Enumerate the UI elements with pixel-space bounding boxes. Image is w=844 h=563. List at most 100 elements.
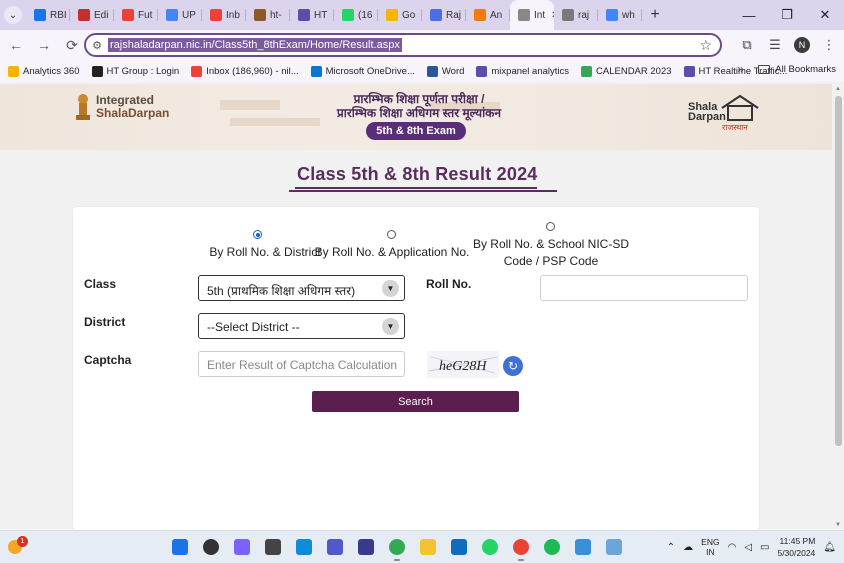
- browser-tab[interactable]: Inb: [202, 0, 246, 30]
- profile-avatar[interactable]: N: [794, 37, 810, 53]
- extensions-icon[interactable]: ⧉: [738, 37, 756, 53]
- district-select[interactable]: --Select District -- ▼: [198, 313, 405, 339]
- close-window-button[interactable]: ✕: [806, 0, 844, 30]
- class-label: Class: [84, 277, 117, 291]
- reading-list-icon[interactable]: ☰: [766, 37, 784, 53]
- minimize-button[interactable]: —: [730, 0, 768, 30]
- radio-roll-school-code-label[interactable]: By Roll No. & School NIC-SD Code / PSP C…: [471, 236, 631, 270]
- tab-favicon-icon: [210, 9, 222, 21]
- browser-tab[interactable]: RBI: [26, 0, 70, 30]
- browser-tab[interactable]: Raj: [422, 0, 466, 30]
- bookmark-list: Analytics 360 HT Group : Login Inbox (186,…: [8, 65, 787, 77]
- browser-tab[interactable]: raj: [554, 0, 598, 30]
- bookmark-label: HT Group : Login: [106, 65, 180, 77]
- browser-tab[interactable]: Int✕: [510, 0, 554, 30]
- bookmark-item[interactable]: Inbox (186,960) - nil...: [191, 65, 299, 77]
- class-select[interactable]: 5th (प्राथमिक शिक्षा अधिगम स्तर) ▼: [198, 275, 405, 301]
- browser-tab[interactable]: Edi: [70, 0, 114, 30]
- bookmark-item[interactable]: Microsoft OneDrive...: [310, 65, 415, 77]
- site-info-icon[interactable]: ⚙: [86, 39, 108, 52]
- bookmark-item[interactable]: Word: [426, 65, 464, 77]
- maximize-button[interactable]: ❐: [768, 0, 806, 30]
- reload-button[interactable]: ⟳: [60, 33, 84, 57]
- volume-icon[interactable]: ◁: [744, 542, 752, 553]
- brand-line2: ShalaDarpan: [96, 106, 170, 120]
- store-taskbar-icon[interactable]: [354, 536, 378, 558]
- bookmark-item[interactable]: Analytics 360: [8, 65, 80, 77]
- browser-tab[interactable]: Fut: [114, 0, 158, 30]
- task-view-taskbar-icon[interactable]: [261, 536, 285, 558]
- edge-taskbar-icon[interactable]: [292, 536, 316, 558]
- page-scrollbar[interactable]: ▲ ▼: [832, 84, 844, 530]
- tab-favicon-icon: [518, 9, 530, 21]
- bookmark-item[interactable]: CALENDAR 2023: [581, 65, 672, 77]
- radio-roll-district[interactable]: [253, 230, 262, 239]
- notepad-taskbar-icon[interactable]: [602, 536, 626, 558]
- spotify-taskbar-icon[interactable]: [540, 536, 564, 558]
- tab-label: raj: [578, 9, 590, 21]
- photos-icon: [575, 539, 591, 555]
- all-bookmarks-button[interactable]: All Bookmarks: [758, 64, 836, 75]
- scroll-up-icon[interactable]: ▲: [832, 86, 844, 92]
- chrome-profile-icon: [513, 539, 529, 555]
- mail-icon: [451, 539, 467, 555]
- chevron-down-icon: ▼: [382, 318, 399, 335]
- widgets-icon: [234, 539, 250, 555]
- widgets-taskbar-icon[interactable]: [230, 536, 254, 558]
- chrome-taskbar-icon[interactable]: [385, 536, 409, 561]
- national-emblem-icon: [76, 94, 90, 120]
- back-button[interactable]: ←: [4, 33, 28, 57]
- toolbar-actions: ⧉ ☰ N ⋮: [738, 33, 838, 57]
- captcha-input[interactable]: Enter Result of Captcha Calculation: [198, 351, 405, 377]
- browser-tab[interactable]: Go: [378, 0, 422, 30]
- radio-roll-application[interactable]: [387, 230, 396, 239]
- scrollbar-thumb[interactable]: [835, 96, 842, 446]
- captcha-refresh-icon[interactable]: ↻: [503, 356, 523, 376]
- tab-search-button[interactable]: ⌄: [0, 0, 26, 30]
- radio-roll-application-label[interactable]: By Roll No. & Application No.: [313, 244, 471, 261]
- search-taskbar-icon[interactable]: [199, 536, 223, 558]
- bookmark-item[interactable]: HT Group : Login: [91, 65, 180, 77]
- bookmark-star-icon[interactable]: ☆: [699, 37, 712, 54]
- edge-icon: [296, 539, 312, 555]
- bookmark-label: Microsoft OneDrive...: [325, 65, 415, 77]
- url-text[interactable]: rajshaladarpan.nic.in/Class5th_8thExam/H…: [108, 38, 402, 52]
- page-title: Class 5th & 8th Result 2024: [297, 164, 538, 184]
- tab-favicon-icon: [166, 9, 178, 21]
- start-taskbar-icon[interactable]: [168, 536, 192, 558]
- wifi-icon[interactable]: ◠: [728, 542, 737, 553]
- teams-taskbar-icon[interactable]: [323, 536, 347, 558]
- search-button[interactable]: Search: [312, 391, 519, 412]
- photos-taskbar-icon[interactable]: [571, 536, 595, 558]
- radio-roll-school-code[interactable]: [546, 222, 555, 231]
- roll-number-input[interactable]: [540, 275, 748, 301]
- browser-tab[interactable]: HT: [290, 0, 334, 30]
- chrome-profile-taskbar-icon[interactable]: [509, 536, 533, 561]
- new-tab-button[interactable]: +: [642, 6, 668, 24]
- web-page: Integrated ShalaDarpan प्रारम्भिक शिक्षा…: [0, 84, 832, 530]
- menu-icon[interactable]: ⋮: [820, 37, 838, 53]
- browser-tab[interactable]: (16: [334, 0, 378, 30]
- forward-button[interactable]: →: [32, 33, 56, 57]
- address-bar[interactable]: ⚙ rajshaladarpan.nic.in/Class5th_8thExam…: [84, 33, 722, 57]
- weather-widget[interactable]: 1: [6, 536, 28, 558]
- tab-label: RBI: [50, 9, 67, 21]
- scroll-down-icon[interactable]: ▼: [832, 522, 844, 528]
- browser-tab[interactable]: UP: [158, 0, 202, 30]
- bookmark-item[interactable]: mixpanel analytics: [476, 65, 569, 77]
- whatsapp-icon: [482, 539, 498, 555]
- chevron-up-icon[interactable]: ⌃: [667, 542, 675, 553]
- browser-tab[interactable]: wh: [598, 0, 642, 30]
- tab-favicon-icon: [298, 9, 310, 21]
- clock[interactable]: 11:45 PM 5/30/2024: [777, 535, 815, 559]
- mail-taskbar-icon[interactable]: [447, 536, 471, 558]
- browser-tab[interactable]: ht-: [246, 0, 290, 30]
- browser-tab[interactable]: An: [466, 0, 510, 30]
- notifications-bell-icon[interactable]: 🔔︎: [823, 542, 836, 553]
- whatsapp-taskbar-icon[interactable]: [478, 536, 502, 558]
- battery-icon[interactable]: ▭: [760, 542, 769, 553]
- bookmarks-overflow-button[interactable]: »: [737, 62, 744, 76]
- cloud-icon[interactable]: ☁: [683, 542, 693, 553]
- explorer-taskbar-icon[interactable]: [416, 536, 440, 558]
- language-indicator[interactable]: ENG IN: [701, 537, 719, 557]
